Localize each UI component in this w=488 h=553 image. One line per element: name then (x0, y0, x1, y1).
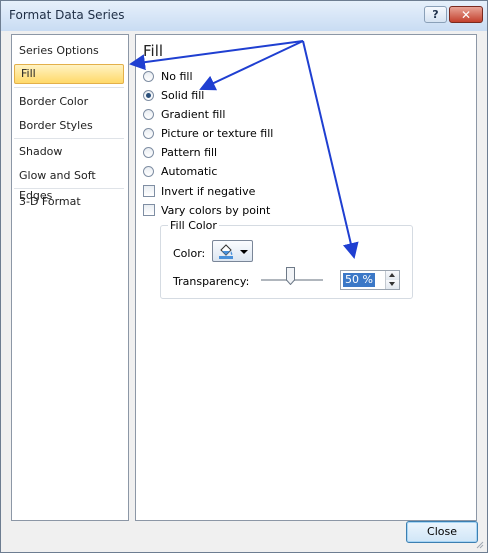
color-label: Color: (173, 247, 206, 260)
checkbox[interactable] (143, 204, 155, 216)
nav-divider (14, 188, 124, 189)
radio-dot-icon (146, 93, 151, 98)
checkbox-label: Invert if negative (161, 185, 256, 198)
nav-item-3d-format[interactable]: 3-D Format (13, 192, 123, 212)
nav-divider (14, 138, 124, 139)
arrow-up-icon (389, 273, 395, 277)
spinner-buttons (385, 271, 399, 289)
nav-divider (14, 87, 124, 88)
spin-down-button[interactable] (386, 280, 399, 289)
radio-button[interactable] (143, 71, 154, 82)
radio-label: Picture or texture fill (161, 127, 274, 140)
transparency-slider-thumb[interactable] (286, 267, 295, 285)
radio-button-selected[interactable] (143, 90, 154, 101)
radio-label: Solid fill (161, 89, 205, 102)
paint-bucket-icon (219, 244, 233, 259)
window-close-button[interactable]: ✕ (449, 6, 483, 23)
radio-label: Gradient fill (161, 108, 226, 121)
nav-item-glow-and-soft-edges[interactable]: Glow and Soft Edges (13, 166, 123, 202)
nav-item-shadow[interactable]: Shadow (13, 142, 123, 162)
fill-settings-panel: Fill No fill Solid fill Gradient fill Pi… (135, 34, 477, 521)
radio-label: Automatic (161, 165, 218, 178)
fill-color-group-title: Fill Color (168, 219, 219, 232)
transparency-spinner[interactable]: 50 % (340, 270, 400, 290)
nav-item-border-color[interactable]: Border Color (13, 92, 123, 112)
checkbox-label: Vary colors by point (161, 204, 271, 217)
radio-button[interactable] (143, 109, 154, 120)
arrow-down-icon (389, 282, 395, 286)
transparency-label: Transparency: (173, 275, 250, 288)
close-button[interactable]: Close (406, 521, 478, 543)
transparency-value-input[interactable]: 50 % (343, 273, 375, 287)
nav-item-border-styles[interactable]: Border Styles (13, 116, 123, 136)
category-list: Series Options Fill Border Color Border … (11, 34, 129, 521)
title-bar[interactable]: Format Data Series ? ✕ (1, 1, 487, 31)
color-picker-button[interactable] (212, 240, 253, 262)
radio-label: Pattern fill (161, 146, 218, 159)
checkbox[interactable] (143, 185, 155, 197)
radio-button[interactable] (143, 147, 154, 158)
nav-item-fill[interactable]: Fill (14, 64, 124, 84)
section-title: Fill (143, 42, 164, 60)
radio-label: No fill (161, 70, 193, 83)
nav-item-series-options[interactable]: Series Options (13, 41, 123, 61)
window-title: Format Data Series (9, 8, 125, 22)
radio-button[interactable] (143, 128, 154, 139)
chevron-down-icon (240, 250, 248, 254)
help-button[interactable]: ? (424, 6, 447, 23)
dialog-client-area: Series Options Fill Border Color Border … (2, 31, 486, 551)
radio-button[interactable] (143, 166, 154, 177)
format-data-series-dialog: Format Data Series ? ✕ Series Options Fi… (0, 0, 488, 553)
resize-grip-icon[interactable] (474, 539, 484, 549)
